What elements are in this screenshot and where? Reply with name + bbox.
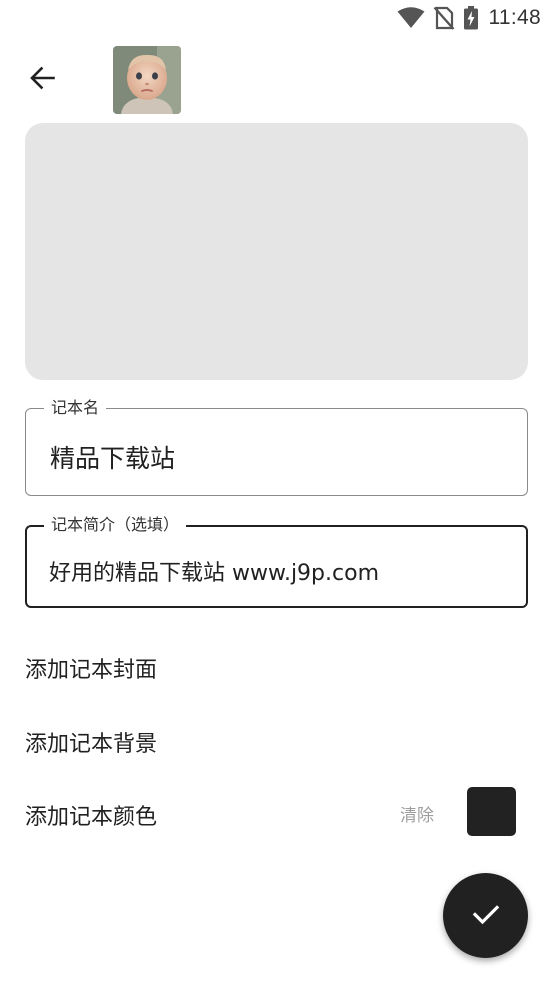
confirm-fab-button[interactable] (443, 873, 528, 958)
notebook-description-input[interactable]: 好用的精品下载站 www.j9p.com (49, 555, 379, 587)
notebook-name-label: 记本名 (44, 398, 107, 418)
add-color-option[interactable]: 添加记本颜色 (25, 799, 157, 831)
battery-charging-icon (463, 6, 479, 30)
status-time: 11:48 (488, 6, 541, 29)
clear-color-button[interactable]: 清除 (400, 801, 434, 826)
status-bar: 11:48 (0, 0, 553, 36)
notebook-description-field[interactable]: 记本简介（选填） 好用的精品下载站 www.j9p.com (25, 515, 528, 608)
no-sim-icon (433, 6, 455, 30)
notebook-name-field[interactable]: 记本名 精品下载站 (25, 398, 528, 496)
status-icons: 11:48 (397, 6, 542, 30)
avatar[interactable] (113, 46, 181, 114)
check-icon (470, 898, 502, 934)
toolbar (0, 46, 553, 114)
back-button[interactable] (18, 56, 66, 104)
cover-placeholder[interactable] (25, 123, 528, 380)
baby-photo-avatar (113, 46, 181, 114)
color-swatch[interactable] (467, 787, 516, 836)
arrow-left-icon (28, 64, 56, 96)
notebook-name-input[interactable]: 精品下载站 (50, 439, 175, 475)
add-background-option[interactable]: 添加记本背景 (25, 726, 157, 758)
add-cover-option[interactable]: 添加记本封面 (25, 652, 157, 684)
wifi-icon (397, 7, 425, 29)
notebook-description-label: 记本简介（选填） (44, 515, 187, 535)
